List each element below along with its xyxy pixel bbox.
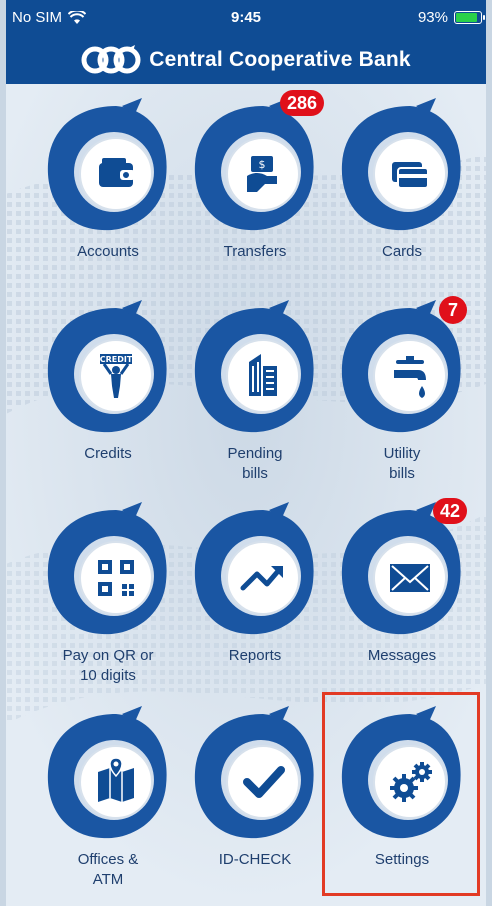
menu-item-utility-bills[interactable]: Utility bills 7 xyxy=(327,296,477,484)
bank-name: Central Cooperative Bank xyxy=(149,48,411,71)
menu-item-label: Transfers xyxy=(223,243,287,260)
menu-item-pay-on-qr-or-10-digits[interactable]: Pay on QR or 10 digits xyxy=(33,502,183,686)
notification-badge: 7 xyxy=(439,296,467,324)
tile-emblem: $ xyxy=(194,98,314,231)
menu-item-label: Pay on QR or 10 digits xyxy=(62,647,154,684)
menu-item-label: Offices & ATM xyxy=(77,851,139,888)
app-header: Central Cooperative Bank xyxy=(6,36,486,84)
ccb-logo-icon xyxy=(81,45,141,74)
tile-emblem xyxy=(194,300,314,433)
tile-emblem: CREDIT xyxy=(47,300,167,433)
tile-emblem xyxy=(47,98,167,231)
envelope-icon xyxy=(390,564,430,592)
menu-item-messages[interactable]: Messages 42 xyxy=(327,498,477,666)
menu-item-label: Pending bills xyxy=(227,445,283,482)
battery-fill xyxy=(456,13,478,22)
menu-item-label: Credits xyxy=(84,445,132,462)
menu-item-offices-atm[interactable]: Offices & ATM xyxy=(33,706,183,890)
menu-item-label: ID-CHECK xyxy=(218,851,292,868)
menu-item-label: Accounts xyxy=(77,243,139,260)
menu-item-cards[interactable]: Cards xyxy=(327,98,477,262)
tile-emblem xyxy=(194,706,314,839)
menu-item-label: Utility bills xyxy=(383,445,421,482)
notification-badge: 42 xyxy=(432,498,467,524)
tile-emblem xyxy=(194,502,314,635)
svg-text:CREDIT: CREDIT xyxy=(100,355,133,364)
status-time: 9:45 xyxy=(230,9,262,26)
menu-item-id-check[interactable]: ID-CHECK xyxy=(180,706,330,870)
battery-icon xyxy=(454,11,485,24)
app-screen: No SIM 9:45 93% Central Cooperative Bank… xyxy=(6,0,486,906)
svg-text:$: $ xyxy=(259,158,266,171)
settings-highlight-box xyxy=(322,692,480,896)
menu-item-label: Reports xyxy=(228,647,282,664)
menu-item-transfers[interactable]: $ Transfers 286 xyxy=(180,90,330,262)
menu-item-pending-bills[interactable]: Pending bills xyxy=(180,300,330,484)
menu-item-credits[interactable]: CREDIT Credits xyxy=(33,300,183,464)
status-bar: No SIM 9:45 93% xyxy=(6,0,486,36)
notification-badge: 286 xyxy=(279,90,324,116)
tile-emblem xyxy=(47,706,167,839)
tile-emblem xyxy=(341,98,461,231)
battery-percent: 93% xyxy=(417,9,448,26)
menu-item-accounts[interactable]: Accounts xyxy=(33,98,183,262)
menu-item-label: Messages xyxy=(367,647,437,664)
menu-item-label: Cards xyxy=(381,243,422,260)
tile-emblem xyxy=(47,502,167,635)
menu-item-reports[interactable]: Reports xyxy=(180,502,330,666)
